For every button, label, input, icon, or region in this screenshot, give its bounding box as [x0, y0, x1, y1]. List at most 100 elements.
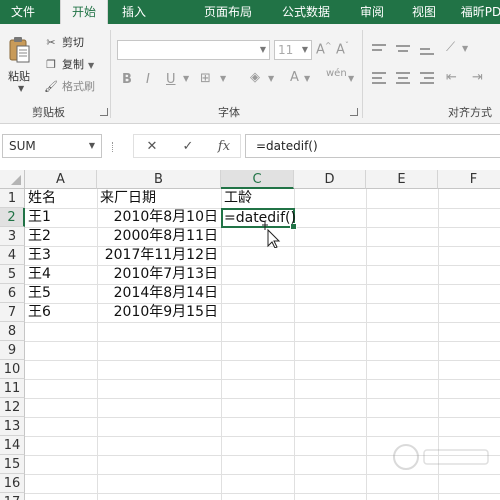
cut-button[interactable]: ✂ 剪切: [44, 34, 84, 52]
cell-b6[interactable]: 2014年8月14日: [97, 284, 221, 303]
tab-file[interactable]: 文件: [0, 0, 46, 24]
formula-bar: SUM ▼ ✕ ✓ fx =datedif(): [0, 124, 500, 170]
font-launcher-icon[interactable]: [350, 108, 358, 116]
orientation-icon[interactable]: ⟋: [446, 40, 455, 55]
phonetic-guide-icon[interactable]: wén: [326, 68, 347, 79]
tab-foxit-pdf[interactable]: 福昕PD: [456, 0, 500, 24]
phonetic-dropdown-icon[interactable]: ▼: [348, 74, 354, 83]
paste-icon[interactable]: [8, 36, 30, 64]
copy-label: 复制: [62, 58, 84, 71]
column-header-d[interactable]: D: [294, 170, 366, 189]
tab-home[interactable]: 开始: [60, 0, 108, 24]
format-painter-button[interactable]: 🖌 格式刷: [44, 78, 95, 96]
gridline: [25, 436, 500, 437]
scissors-icon: ✂: [46, 36, 56, 49]
borders-icon[interactable]: ⊞: [200, 71, 211, 86]
formula-input[interactable]: =datedif(): [245, 134, 500, 158]
row-header-7[interactable]: 7: [0, 303, 25, 322]
font-color-dropdown-icon[interactable]: ▼: [304, 74, 310, 83]
grow-font-icon[interactable]: A^: [316, 41, 332, 57]
column-header-c[interactable]: C: [221, 170, 294, 189]
cell-b3[interactable]: 2000年8月11日: [97, 227, 221, 246]
cell-a2[interactable]: 王1: [25, 208, 97, 227]
copy-button[interactable]: ❐ 复制 ▼: [44, 56, 94, 74]
tab-view[interactable]: 视图: [402, 0, 446, 24]
paste-dropdown-icon[interactable]: ▼: [18, 84, 24, 93]
row-header-1[interactable]: 1: [0, 189, 25, 208]
chevron-down-icon[interactable]: ▼: [89, 135, 95, 157]
gridline: [221, 189, 222, 500]
row-header-4[interactable]: 4: [0, 246, 25, 265]
cell-a3[interactable]: 王2: [25, 227, 97, 246]
row-header-9[interactable]: 9: [0, 341, 25, 360]
italic-icon[interactable]: I: [146, 72, 150, 87]
chevron-down-icon[interactable]: ▼: [260, 41, 266, 59]
font-name-combobox[interactable]: ▼: [117, 40, 270, 60]
borders-dropdown-icon[interactable]: ▼: [220, 74, 226, 83]
row-header-14[interactable]: 14: [0, 436, 25, 455]
paste-button[interactable]: 粘贴: [8, 68, 30, 84]
column-header-f[interactable]: F: [438, 170, 500, 189]
cancel-icon[interactable]: ✕: [140, 137, 164, 157]
row-header-12[interactable]: 12: [0, 398, 25, 417]
row-header-16[interactable]: 16: [0, 474, 25, 493]
tab-insert[interactable]: 插入: [114, 0, 154, 24]
cell-a5[interactable]: 王4: [25, 265, 97, 284]
underline-dropdown-icon[interactable]: ▼: [183, 74, 189, 83]
orientation-dropdown-icon[interactable]: ▼: [462, 44, 468, 53]
fill-color-dropdown-icon[interactable]: ▼: [268, 74, 274, 83]
increase-indent-icon[interactable]: ⇥: [472, 70, 483, 85]
cell-a6[interactable]: 王5: [25, 284, 97, 303]
cell-c2-editing-text: =datedif(): [224, 210, 296, 226]
column-header-a[interactable]: A: [25, 170, 97, 189]
row-header-15[interactable]: 15: [0, 455, 25, 474]
tab-review[interactable]: 审阅: [350, 0, 394, 24]
format-painter-label: 格式刷: [62, 80, 95, 93]
row-header-13[interactable]: 13: [0, 417, 25, 436]
cell-c1[interactable]: 工龄: [221, 189, 294, 208]
resize-handle[interactable]: [112, 142, 115, 152]
gridline: [25, 474, 500, 475]
column-header-b[interactable]: B: [97, 170, 221, 189]
tab-page-layout[interactable]: 页面布局: [196, 0, 260, 24]
brush-icon: 🖌: [44, 80, 58, 93]
row-header-6[interactable]: 6: [0, 284, 25, 303]
cell-a1[interactable]: 姓名: [25, 189, 97, 208]
cell-b2[interactable]: 2010年8月10日: [97, 208, 221, 227]
row-header-17[interactable]: 17: [0, 493, 25, 500]
copy-dropdown-icon[interactable]: ▼: [88, 61, 94, 70]
group-divider: [362, 30, 363, 118]
font-group-label: 字体: [218, 106, 240, 119]
select-all-button[interactable]: [0, 170, 25, 189]
gridline: [294, 189, 295, 500]
chevron-down-icon[interactable]: ▼: [302, 41, 308, 59]
cell-a7[interactable]: 王6: [25, 303, 97, 322]
cell-a4[interactable]: 王3: [25, 246, 97, 265]
column-header-e[interactable]: E: [366, 170, 438, 189]
row-header-5[interactable]: 5: [0, 265, 25, 284]
insert-function-icon[interactable]: fx: [212, 137, 236, 157]
cell-b7[interactable]: 2010年9月15日: [97, 303, 221, 322]
formula-buttons: ✕ ✓ fx: [133, 134, 241, 158]
cell-b1[interactable]: 来厂日期: [97, 189, 221, 208]
row-header-2[interactable]: 2: [0, 208, 25, 227]
row-header-3[interactable]: 3: [0, 227, 25, 246]
row-header-8[interactable]: 8: [0, 322, 25, 341]
tab-data[interactable]: 数据: [296, 0, 340, 24]
enter-icon[interactable]: ✓: [176, 137, 200, 157]
row-header-10[interactable]: 10: [0, 360, 25, 379]
decrease-indent-icon[interactable]: ⇤: [446, 70, 457, 85]
cell-b4[interactable]: 2017年11月12日: [97, 246, 221, 265]
font-size-combobox[interactable]: 11 ▼: [274, 40, 312, 60]
font-color-icon[interactable]: A: [290, 70, 299, 85]
underline-icon[interactable]: U: [166, 72, 176, 87]
shrink-font-icon[interactable]: Aˇ: [336, 41, 349, 57]
row-header-11[interactable]: 11: [0, 379, 25, 398]
gridline: [25, 379, 500, 380]
cell-b5[interactable]: 2010年7月13日: [97, 265, 221, 284]
fill-color-icon[interactable]: ◈: [250, 70, 260, 85]
font-size-value: 11: [278, 43, 294, 57]
name-box[interactable]: SUM ▼: [2, 134, 102, 158]
clipboard-launcher-icon[interactable]: [100, 108, 108, 116]
bold-icon[interactable]: B: [122, 72, 132, 87]
